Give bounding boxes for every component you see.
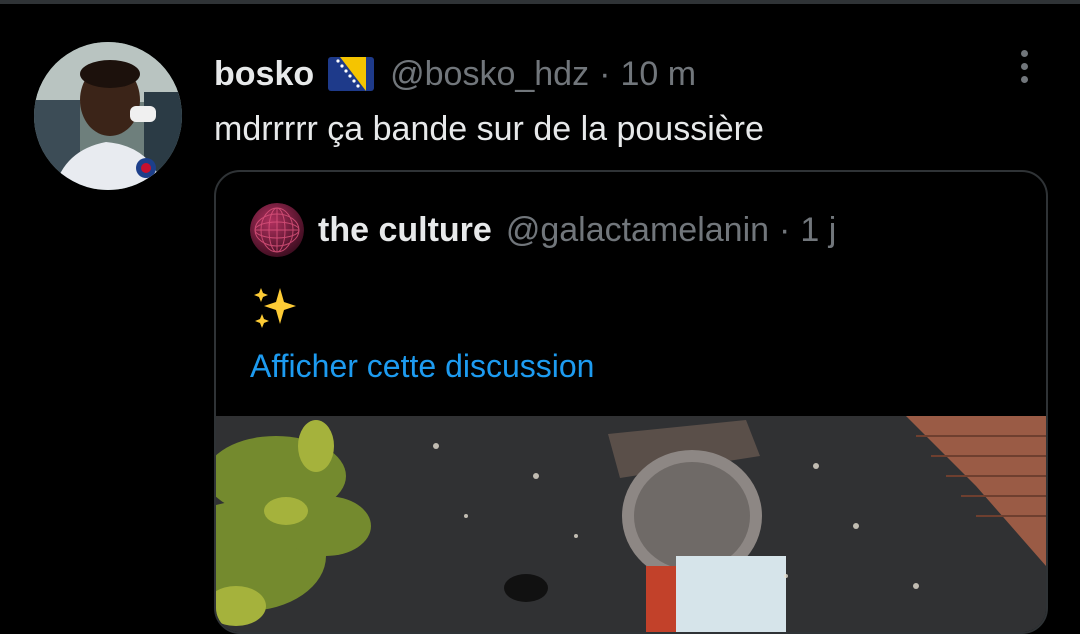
media-photo	[216, 416, 1046, 632]
timestamp[interactable]: 10 m	[620, 55, 696, 94]
sparkles-icon	[250, 282, 298, 330]
avatar-photo	[34, 42, 182, 190]
quoted-display-name[interactable]: the culture	[318, 211, 492, 250]
bosnia-flag-icon	[328, 57, 375, 91]
separator-dot: ·	[599, 54, 611, 93]
more-dot	[1020, 49, 1028, 57]
more-options-icon[interactable]	[1006, 44, 1042, 88]
quoted-media-image[interactable]	[216, 416, 1046, 632]
tweet-header: bosko @bosko_hdz · 10 m	[214, 52, 696, 96]
avatar[interactable]	[34, 42, 182, 190]
quoted-handle[interactable]: @galactamelanin	[506, 211, 769, 250]
show-thread-link[interactable]: Afficher cette discussion	[250, 348, 594, 385]
quoted-tweet-header: the culture @galactamelanin · 1 j	[250, 202, 836, 258]
quoted-avatar[interactable]	[250, 203, 304, 257]
quoted-timestamp[interactable]: 1 j	[800, 211, 836, 250]
more-dot	[1020, 62, 1028, 70]
quoted-separator-dot: ·	[779, 210, 791, 249]
tweet[interactable]: bosko @bosko_hdz · 10 m mdrrrrr ça bande…	[0, 4, 1080, 634]
more-dot	[1020, 75, 1028, 83]
display-name[interactable]: bosko	[214, 55, 314, 94]
quoted-tweet[interactable]: the culture @galactamelanin · 1 j Affich…	[214, 170, 1048, 634]
handle[interactable]: @bosko_hdz	[390, 55, 589, 94]
tweet-text: mdrrrrr ça bande sur de la poussière	[214, 110, 764, 148]
